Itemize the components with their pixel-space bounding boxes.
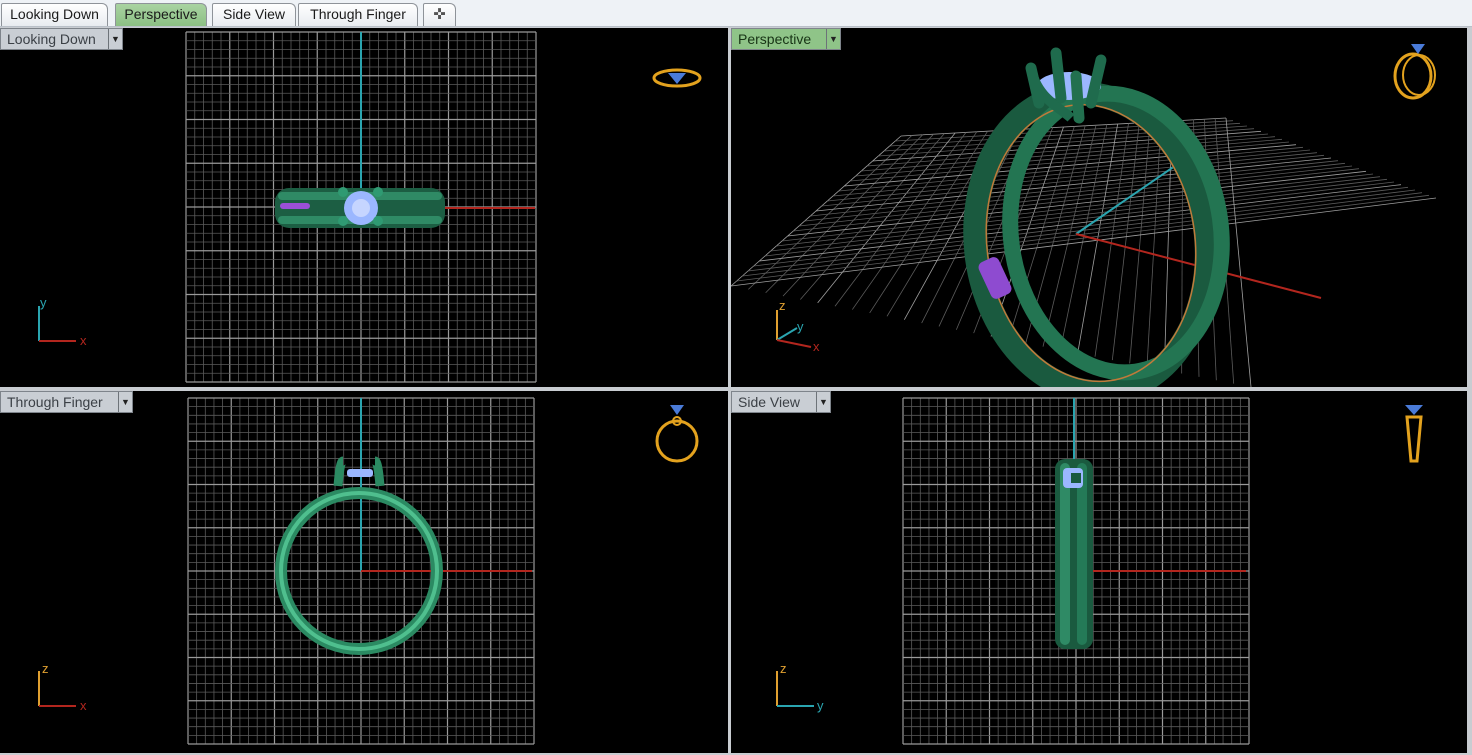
ring-preview-icon[interactable] — [652, 68, 702, 88]
looking-down-canvas: y x — [38, 31, 702, 383]
svg-text:y: y — [797, 319, 804, 334]
svg-text:y: y — [40, 295, 47, 310]
tab-through-finger[interactable]: Through Finger — [298, 3, 418, 26]
ring-model-front-view — [275, 456, 443, 655]
viewport-looking-down[interactable]: Looking Down ▼ y x — [0, 28, 728, 387]
axis-indicator: z y x — [776, 298, 820, 354]
tab-perspective[interactable]: Perspective — [115, 3, 207, 26]
svg-text:z: z — [779, 298, 786, 313]
svg-text:z: z — [42, 661, 49, 676]
svg-text:x: x — [80, 698, 87, 713]
plus-icon: ✜ — [433, 6, 446, 23]
viewport-label-side-view[interactable]: Side View ▼ — [731, 391, 831, 413]
tab-looking-down[interactable]: Looking Down — [1, 3, 108, 26]
viewport-tab-bar: Looking Down Perspective Side View Throu… — [0, 0, 1472, 27]
viewport-perspective[interactable]: Perspective ▼ z y x — [731, 28, 1467, 387]
viewport-label-looking-down[interactable]: Looking Down ▼ — [0, 28, 123, 50]
chevron-down-icon[interactable]: ▼ — [118, 392, 132, 412]
chevron-down-icon[interactable]: ▼ — [108, 29, 122, 49]
svg-text:x: x — [80, 333, 87, 348]
perspective-canvas: z y x — [731, 44, 1437, 387]
ring-model-side-view — [1055, 459, 1093, 649]
add-tab-button[interactable]: ✜ — [423, 3, 456, 26]
viewport-side-view[interactable]: Side View ▼ z y — [731, 391, 1467, 753]
viewport-label-through-finger[interactable]: Through Finger ▼ — [0, 391, 133, 413]
axis-indicator: z x — [38, 661, 87, 713]
viewport-through-finger[interactable]: Through Finger ▼ z x — [0, 391, 728, 753]
ring-preview-icon[interactable] — [1393, 44, 1436, 100]
ring-preview-icon[interactable] — [1405, 405, 1423, 463]
perspective-grid — [731, 117, 1437, 387]
svg-text:z: z — [780, 661, 787, 676]
side-view-canvas: z y — [776, 397, 1423, 745]
axis-indicator: y x — [38, 295, 87, 348]
chevron-down-icon[interactable]: ▼ — [816, 392, 830, 412]
tab-side-view[interactable]: Side View — [212, 3, 296, 26]
through-finger-canvas: z x — [38, 397, 699, 745]
ring-model-top-view — [275, 187, 445, 228]
ring-preview-icon[interactable] — [655, 405, 699, 463]
viewport-label-perspective[interactable]: Perspective ▼ — [731, 28, 841, 50]
chevron-down-icon[interactable]: ▼ — [826, 29, 840, 49]
svg-text:y: y — [817, 698, 824, 713]
svg-text:x: x — [813, 339, 820, 354]
axis-indicator: z y — [776, 661, 824, 713]
